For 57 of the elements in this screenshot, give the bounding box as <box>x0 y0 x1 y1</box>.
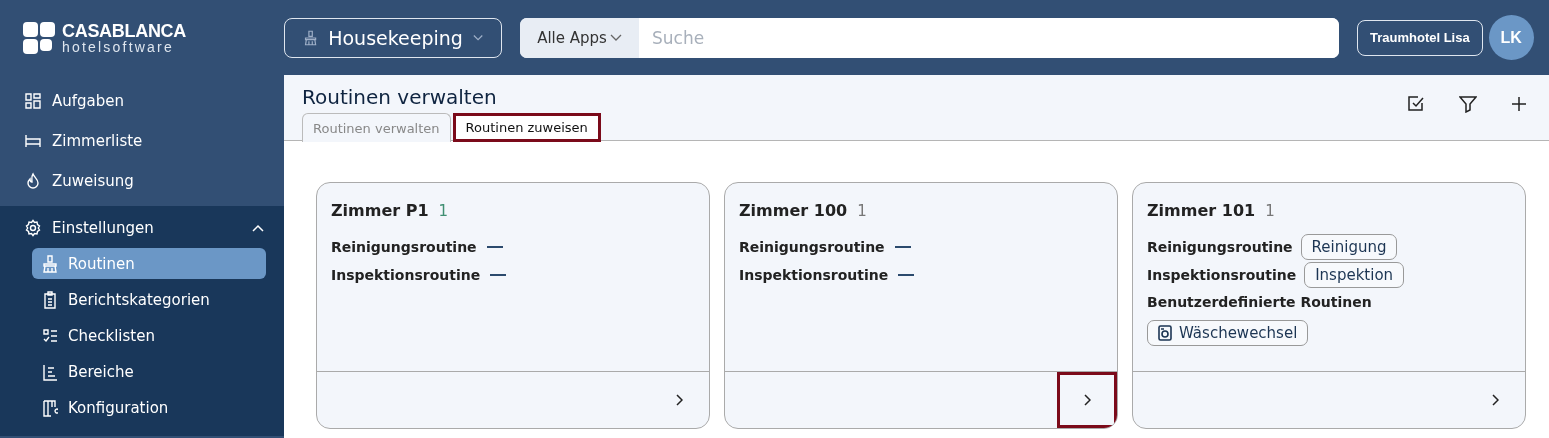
chevron-down-icon <box>609 33 622 42</box>
room-name: Zimmer 100 <box>739 201 848 220</box>
logo-tagline: hotelsoftware <box>62 39 175 54</box>
checkbox-icon[interactable] <box>1407 95 1425 113</box>
add-icon[interactable] <box>1511 96 1527 112</box>
sidebar-item[interactable]: Konfiguration <box>32 392 266 423</box>
bed-icon <box>24 132 42 150</box>
tab[interactable]: Routinen zuweisen <box>452 113 601 142</box>
grid-icon <box>24 92 42 110</box>
sidebar-item[interactable]: Aufgaben <box>0 81 284 121</box>
empty-dash <box>898 274 915 276</box>
logo-name: CASABLANCA <box>62 21 186 40</box>
checklist-icon <box>42 326 58 345</box>
routine-label: Inspektionsroutine <box>739 267 889 283</box>
hotel-button[interactable]: Traumhotel Lisa <box>1357 19 1483 56</box>
routine-label: Inspektionsroutine <box>1147 267 1297 283</box>
scope-dropdown[interactable]: Alle Apps <box>520 17 639 58</box>
flame-icon <box>24 172 42 190</box>
routine-label: Reinigungsroutine <box>739 239 885 255</box>
sidebar-item[interactable]: Zuweisung <box>0 161 284 201</box>
settings-icon <box>24 219 42 237</box>
sidebar-item[interactable]: Berichtskategorien <box>32 284 266 315</box>
search-bar[interactable]: Alle Apps Suche <box>520 17 1339 58</box>
clipboard-icon <box>42 290 58 309</box>
routine-label: Reinigungsroutine <box>331 239 477 255</box>
chevron-right-icon <box>1491 394 1499 406</box>
room-name: Zimmer 101 <box>1147 201 1256 220</box>
routine-chip[interactable]: Reinigung <box>1300 234 1398 260</box>
broom-icon <box>42 254 58 273</box>
routine-label: Inspektionsroutine <box>331 267 481 283</box>
app-switcher[interactable]: Housekeeping <box>284 17 502 58</box>
sidebar-item[interactable]: Einstellungen <box>0 210 284 246</box>
routine-label: Reinigungsroutine <box>1147 239 1293 255</box>
room-count: 1 <box>438 202 449 220</box>
columns-icon <box>42 398 58 417</box>
broom-icon <box>303 28 319 47</box>
room-count: 1 <box>857 202 867 220</box>
empty-dash <box>486 246 503 248</box>
empty-dash <box>894 246 911 248</box>
routine-chip[interactable]: Wäschewechsel <box>1147 320 1309 346</box>
chevron-right-icon <box>1083 394 1091 406</box>
washing-machine-icon <box>1158 325 1172 341</box>
logo-icon <box>22 20 56 55</box>
page-title: Routinen verwalten <box>302 85 497 109</box>
chevron-right-icon <box>675 394 683 406</box>
room-name: Zimmer P1 <box>331 201 429 220</box>
chevron-button[interactable] <box>1057 372 1117 428</box>
room-count: 1 <box>1265 202 1275 220</box>
sidebar-item[interactable]: Zimmerliste <box>0 121 284 161</box>
routine-chip[interactable]: Inspektion <box>1304 262 1405 288</box>
section-heading: Benutzerdefinierte Routinen <box>1147 294 1373 310</box>
sidebar-item[interactable]: Checklisten <box>32 320 266 351</box>
empty-dash <box>490 274 507 276</box>
filter-icon[interactable] <box>1459 95 1477 113</box>
sidebar-item[interactable]: Bereiche <box>32 356 266 387</box>
chevron-down-icon <box>472 33 483 42</box>
chart-icon <box>42 362 58 381</box>
